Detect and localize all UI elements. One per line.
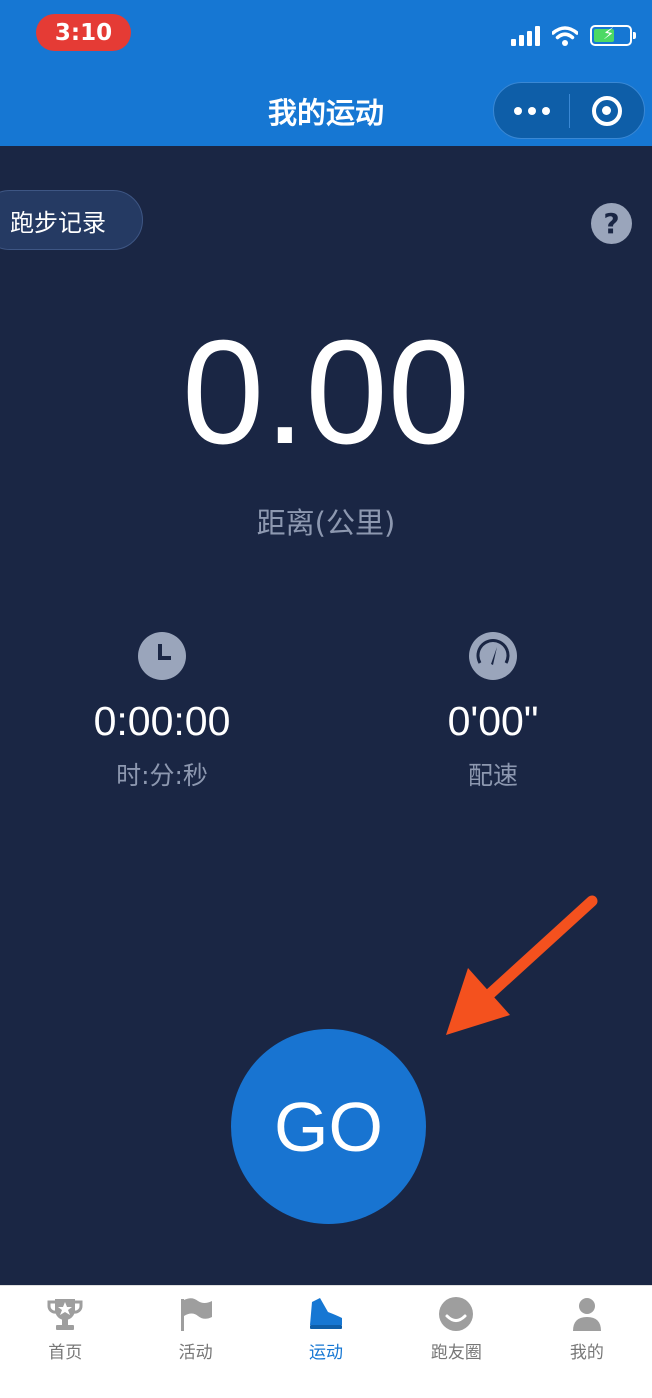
smile-icon <box>436 1296 476 1332</box>
tab-label: 我的 <box>569 1343 604 1363</box>
distance-label: 距离(公里) <box>256 506 396 540</box>
tab-runner-circle[interactable]: 跑友圈 <box>391 1286 521 1398</box>
battery-icon: ⚡ <box>590 24 636 46</box>
tab-label: 活动 <box>178 1343 213 1363</box>
wifi-icon <box>552 25 578 46</box>
tab-activity[interactable]: 活动 <box>130 1286 260 1398</box>
duration-stat: 0:00:00 时:分:秒 <box>32 632 292 792</box>
pace-label: 配速 <box>467 761 518 790</box>
status-icons: ⚡ <box>511 24 636 46</box>
help-icon[interactable]: ? <box>591 203 632 244</box>
duration-value: 0:00:00 <box>93 698 231 744</box>
tab-mine[interactable]: 我的 <box>522 1286 652 1398</box>
trophy-icon <box>45 1296 85 1332</box>
go-button[interactable]: GO <box>231 1029 426 1224</box>
more-icon[interactable] <box>494 106 569 115</box>
speedometer-icon <box>469 632 517 680</box>
clock-icon <box>138 632 186 680</box>
tab-label: 首页 <box>48 1343 83 1363</box>
signal-icon <box>511 25 540 46</box>
shoe-icon <box>306 1296 346 1332</box>
pace-stat: 0'00" 配速 <box>363 632 623 792</box>
tab-home[interactable]: 首页 <box>0 1286 130 1398</box>
flag-icon <box>176 1296 216 1332</box>
duration-label: 时:分:秒 <box>116 761 208 790</box>
status-time: 3:10 <box>36 14 131 51</box>
target-icon <box>591 95 622 126</box>
user-icon <box>567 1296 607 1332</box>
annotation-arrow-icon <box>446 895 598 1035</box>
running-records-button[interactable]: 跑步记录 <box>0 190 143 250</box>
nav-header: 3:10 ⚡ 我的运动 <box>0 0 652 146</box>
close-miniprogram-button[interactable] <box>570 95 644 126</box>
tab-label: 运动 <box>309 1343 344 1363</box>
pace-value: 0'00" <box>447 698 539 744</box>
tab-bar: 首页 活动 运动 跑友圈 我的 <box>0 1285 652 1398</box>
distance-value: 0.00 <box>181 310 471 475</box>
tab-sport[interactable]: 运动 <box>261 1286 391 1398</box>
miniprogram-capsule <box>493 82 645 139</box>
tab-label: 跑友圈 <box>430 1343 482 1363</box>
